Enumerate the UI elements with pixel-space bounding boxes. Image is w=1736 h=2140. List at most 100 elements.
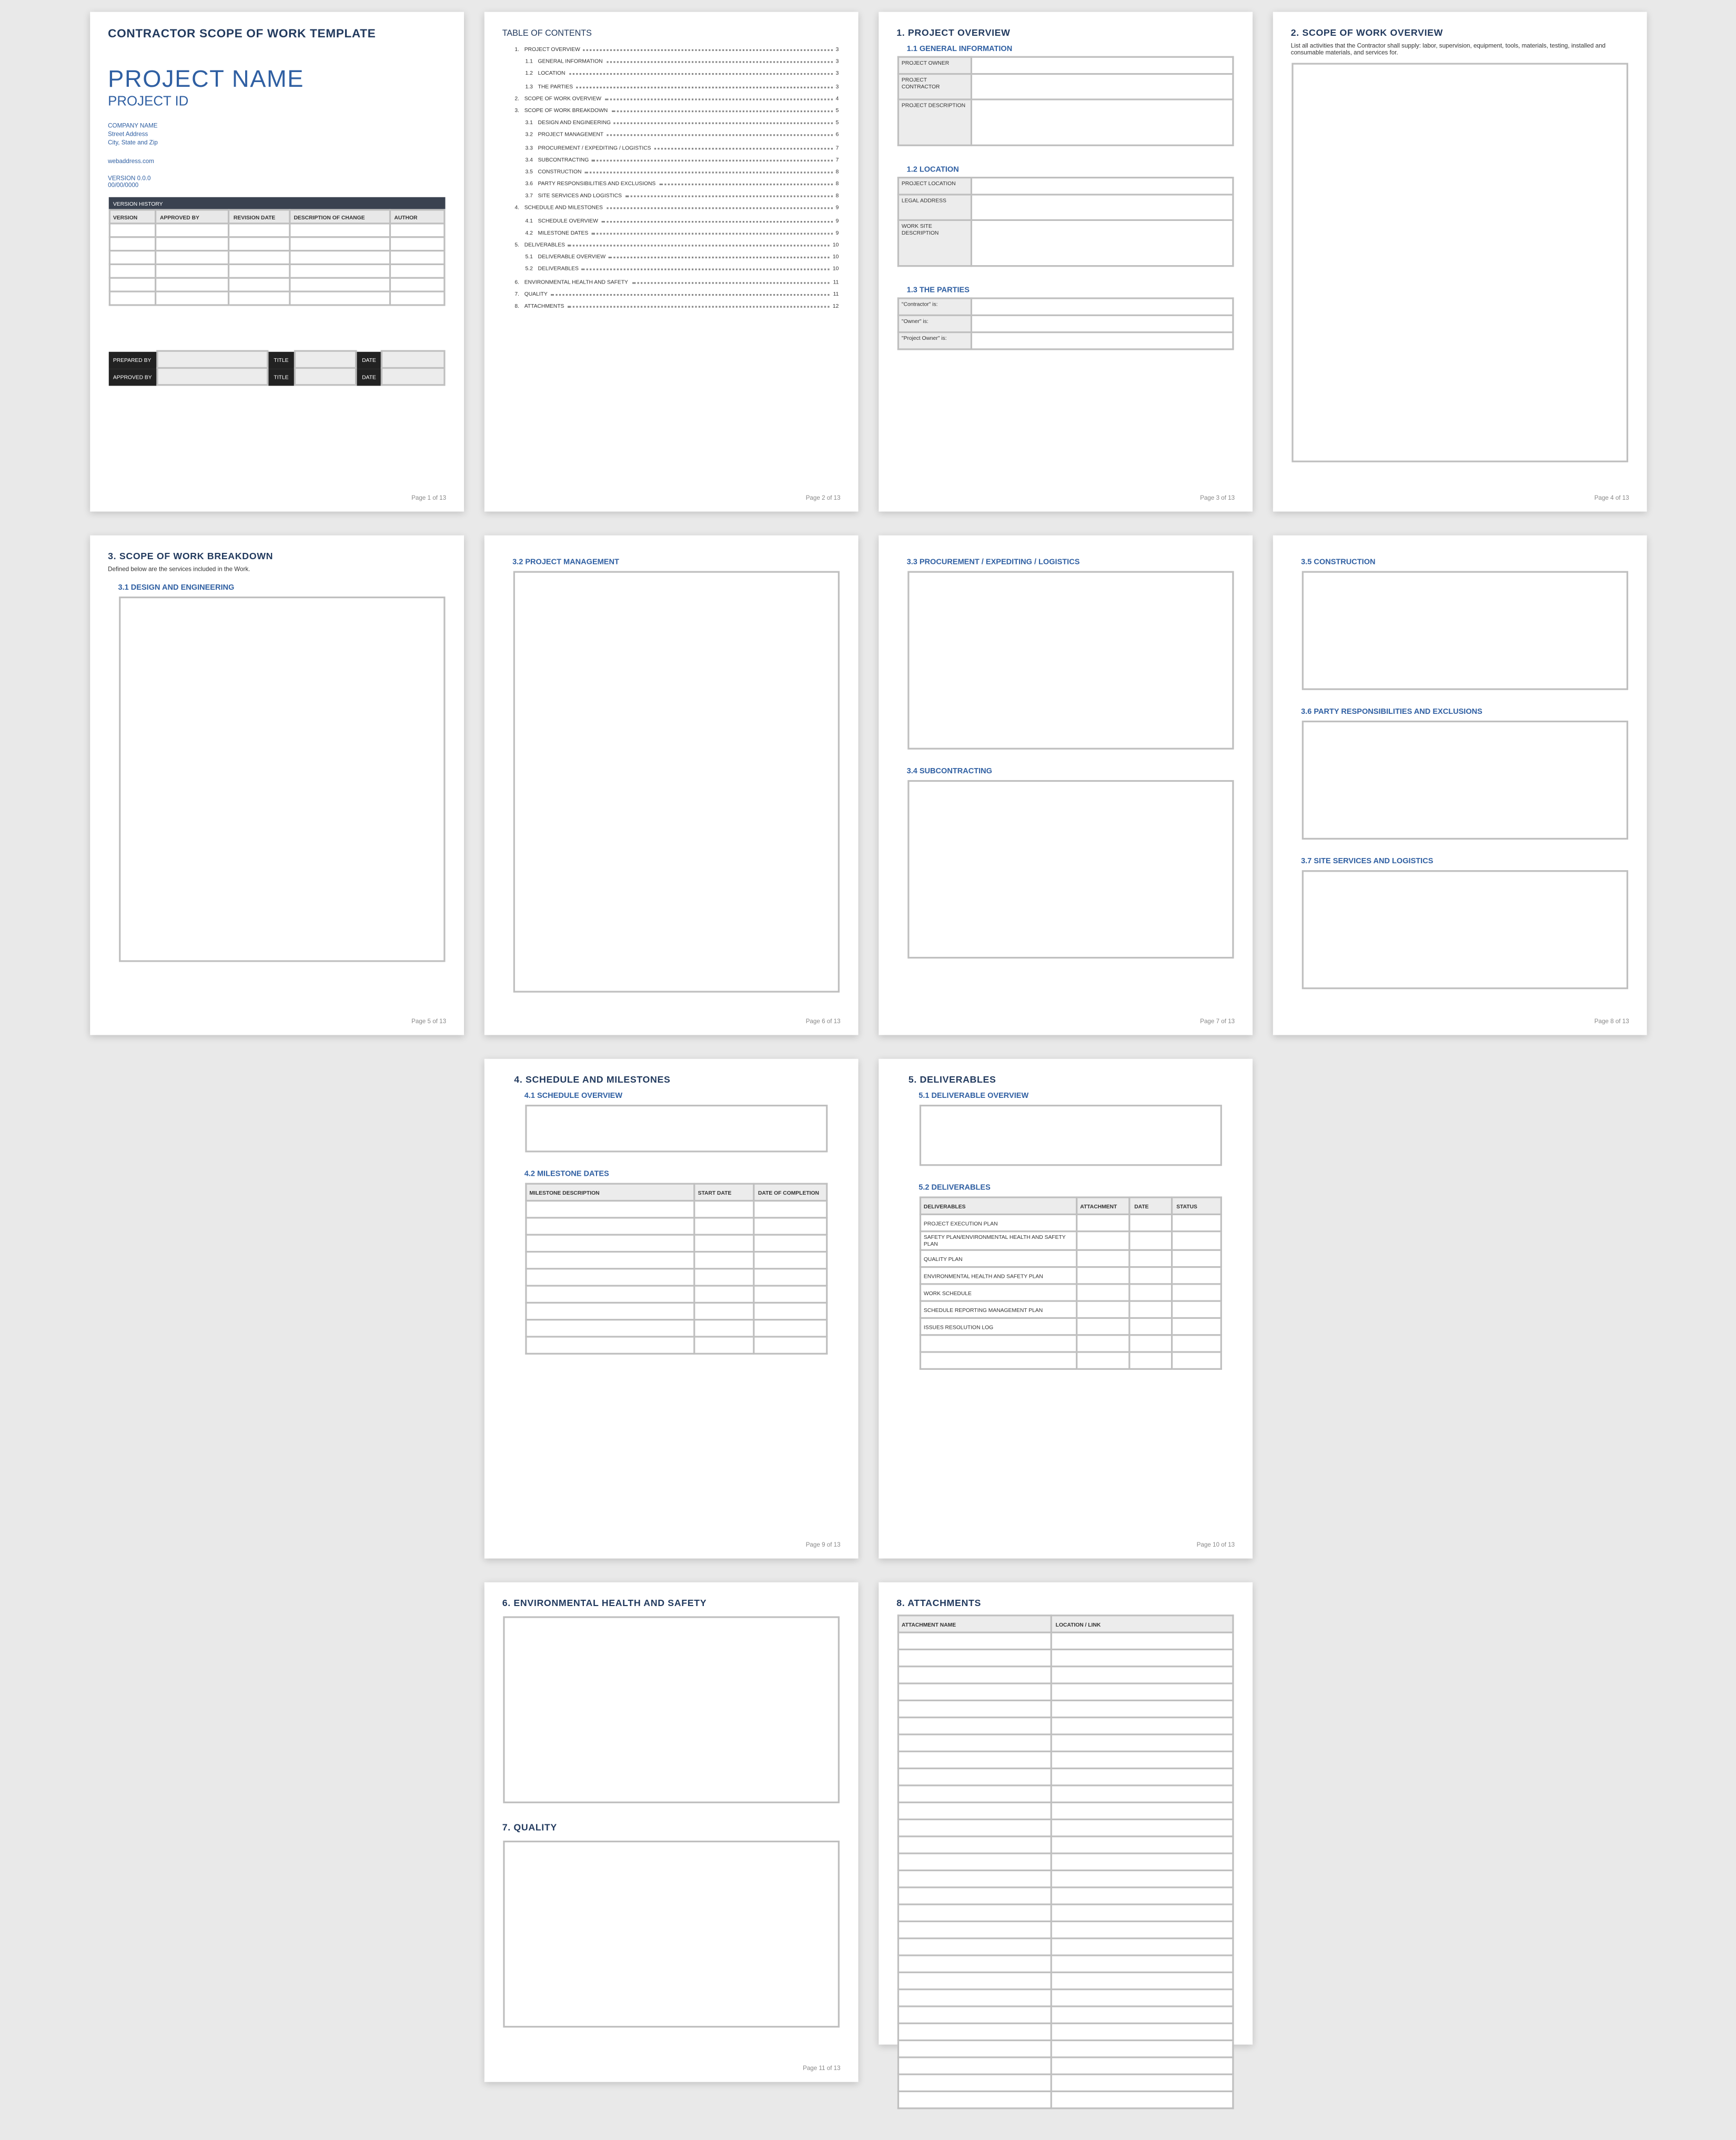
lbl-proj-owner: PROJECT OWNER	[897, 57, 971, 74]
lbl-approved-by: APPROVED BY	[108, 368, 158, 385]
page-12: 8. ATTACHMENTS ATTACHMENT NAME LOCATION …	[878, 1582, 1252, 2045]
page-9: 4. SCHEDULE AND MILESTONES 4.1 SCHEDULE …	[483, 1059, 857, 1559]
toc-item: 8.ATTACHMENTS12	[502, 302, 839, 315]
page-8: 3.5 CONSTRUCTION 3.6 PARTY RESPONSIBILIT…	[1272, 536, 1646, 1035]
toc-dots	[551, 294, 830, 295]
toc-item-text: SCHEDULE AND MILESTONES	[524, 205, 603, 211]
toc-dots	[577, 86, 833, 87]
company-web: webaddress.com	[108, 158, 445, 165]
toc-item-number: 3.2	[502, 132, 538, 138]
heading-3-6: 3.6 PARTY RESPONSIBILITIES AND EXCLUSION…	[1301, 707, 1627, 715]
toc-dots	[659, 184, 832, 185]
col-attach-location: LOCATION / LINK	[1052, 1616, 1233, 1632]
toc-item: 3.5CONSTRUCTION8	[502, 168, 839, 180]
toc-item-number: 4.1	[502, 217, 538, 224]
toc-dots	[568, 306, 830, 307]
toc-dots	[625, 196, 833, 197]
lbl-proj-location: PROJECT LOCATION	[897, 178, 971, 195]
toc-dots	[606, 62, 832, 63]
toc-item-text: DESIGN AND ENGINEERING	[538, 119, 611, 126]
toc-item-number: 3.7	[502, 193, 538, 199]
company-city: City, State and Zip	[108, 139, 445, 148]
in-date-2	[382, 368, 443, 385]
toc-item-number: 1.3	[502, 83, 538, 89]
vh-col-approved: APPROVED BY	[156, 210, 229, 224]
vh-col-author: AUTHOR	[390, 210, 443, 224]
toc-item: 3.2PROJECT MANAGEMENT 6	[502, 132, 839, 144]
heading-3-5: 3.5 CONSTRUCTION	[1301, 558, 1627, 566]
construction-box	[1301, 571, 1627, 690]
toc-dots	[592, 233, 832, 234]
toc-item-number: 7.	[502, 290, 524, 297]
toc-dots	[569, 74, 832, 75]
toc-item-page: 8	[836, 180, 839, 187]
toc-item-text: PARTY RESPONSIBILITIES AND EXCLUSIONS	[538, 180, 656, 187]
toc-dots	[592, 159, 832, 161]
toc-list: 1.PROJECT OVERVIEW31.1GENERAL INFORMATIO…	[502, 46, 839, 315]
col-attachment: ATTACHMENT	[1076, 1197, 1130, 1214]
quality-box	[502, 1841, 839, 2027]
lbl-proj-desc: PROJECT DESCRIPTION	[897, 99, 971, 145]
toc-item: 1.PROJECT OVERVIEW3	[502, 46, 839, 58]
page-5: 3. SCOPE OF WORK BREAKDOWN Defined below…	[89, 536, 463, 1035]
toc-dots	[631, 281, 830, 283]
toc-item-text: SCHEDULE OVERVIEW	[538, 217, 598, 224]
milestone-table: MILESTONE DESCRIPTION START DATE DATE OF…	[524, 1183, 827, 1355]
toc-item: 1.1GENERAL INFORMATION3	[502, 58, 839, 70]
toc-item-number: 1.	[502, 46, 524, 53]
toc-item-number: 3.3	[502, 144, 538, 150]
subcontracting-box	[907, 780, 1233, 958]
toc-item-text: SITE SERVICES AND LOGISTICS	[538, 193, 622, 199]
toc-item: 3.7SITE SERVICES AND LOGISTICS8	[502, 193, 839, 205]
heading-3: 3. SCOPE OF WORK BREAKDOWN	[108, 552, 445, 562]
col-attach-name: ATTACHMENT NAME	[897, 1616, 1052, 1632]
toc-dots	[583, 49, 832, 51]
toc-item-page: 10	[833, 254, 839, 260]
table-row	[920, 1335, 1220, 1352]
heading-7: 7. QUALITY	[502, 1824, 839, 1834]
lbl-party-owner: "Owner" is:	[897, 315, 971, 332]
heading-2: 2. SCOPE OF WORK OVERVIEW	[1291, 29, 1628, 39]
toc-item-text: CONSTRUCTION	[538, 168, 582, 175]
toc-item-page: 5	[836, 119, 839, 126]
toc-item-page: 7	[836, 144, 839, 150]
toc-item-text: SCOPE OF WORK OVERVIEW	[524, 95, 601, 102]
toc-item: 6.ENVIRONMENTAL HEALTH AND SAFETY11	[502, 278, 839, 290]
page-number: Page 11 of 13	[803, 2065, 841, 2072]
toc-item-text: LOCATION	[538, 70, 566, 77]
col-status: STATUS	[1172, 1197, 1220, 1214]
toc-item-text: SCOPE OF WORK BREAKDOWN	[524, 107, 608, 114]
toc-item-page: 9	[836, 205, 839, 211]
toc-item-page: 4	[836, 95, 839, 102]
toc-item-text: DELIVERABLES	[524, 241, 565, 248]
toc-dots	[582, 269, 829, 271]
lbl-date-2: DATE	[356, 368, 382, 385]
toc-dots	[614, 123, 833, 124]
lbl-date-1: DATE	[356, 351, 382, 368]
page-1: CONTRACTOR SCOPE OF WORK TEMPLATE PROJEC…	[89, 12, 463, 512]
deliverable-overview-box	[919, 1105, 1221, 1166]
col-date: DATE	[1130, 1197, 1172, 1214]
lbl-proj-contractor: PROJECT CONTRACTOR	[897, 74, 971, 99]
toc-item: 3.3PROCUREMENT / EXPEDITING / LOGISTICS7	[502, 144, 839, 156]
toc-dots	[601, 220, 832, 222]
toc-item-page: 6	[836, 132, 839, 138]
page-number: Page 1 of 13	[411, 494, 446, 501]
version-date: 00/00/0000	[108, 182, 445, 189]
company-name: COMPANY NAME	[108, 123, 445, 131]
page-number: Page 10 of 13	[1197, 1541, 1235, 1548]
toc-item: 1.2LOCATION3	[502, 70, 839, 83]
toc-item-number: 5.	[502, 241, 524, 248]
toc-item-number: 5.2	[502, 266, 538, 272]
in-title-1	[295, 351, 356, 368]
lbl-legal-address: LEGAL ADDRESS	[897, 195, 971, 220]
col-milestone-desc: MILESTONE DESCRIPTION	[525, 1184, 693, 1200]
toc-item: 7.QUALITY11	[502, 290, 839, 302]
toc-item-text: PROJECT MANAGEMENT	[538, 132, 604, 138]
toc-item: 4.SCHEDULE AND MILESTONES9	[502, 205, 839, 217]
project-id: PROJECT ID	[108, 94, 445, 109]
deliverable-name: PROJECT EXECUTION PLAN	[920, 1214, 1076, 1231]
toc-item-page: 11	[833, 278, 839, 285]
heading-3-2: 3.2 PROJECT MANAGEMENT	[512, 558, 839, 566]
deliverable-name: QUALITY PLAN	[920, 1250, 1076, 1267]
